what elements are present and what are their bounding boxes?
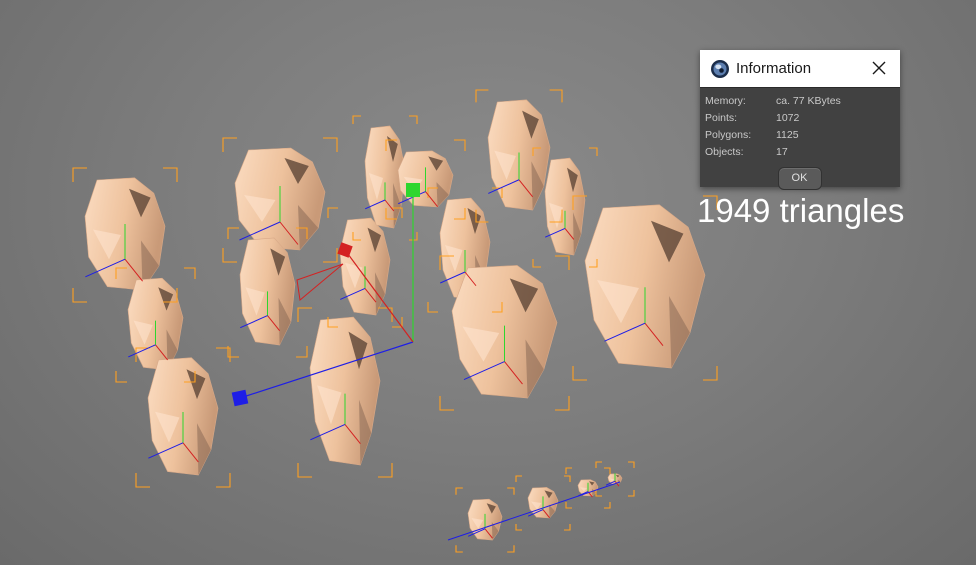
memory-label: Memory: — [705, 95, 746, 107]
triangle-count-caption: 1949 triangles — [697, 192, 905, 229]
close-icon — [872, 61, 886, 75]
dialog-titlebar: Information — [700, 50, 900, 88]
dialog-title: Information — [736, 60, 812, 77]
information-dialog: Information Memory: ca. 77 KBytes Points… — [700, 50, 900, 190]
cinema4d-logo-icon — [711, 59, 729, 78]
stone-object[interactable] — [309, 316, 381, 466]
ok-button[interactable]: OK — [777, 167, 822, 190]
stone-object[interactable] — [544, 157, 586, 256]
objects-label: Objects: — [705, 146, 744, 158]
stone-objects — [84, 99, 706, 541]
objects-value: 17 — [776, 146, 788, 158]
info-row-objects: Objects: 17 — [705, 144, 894, 161]
gizmo-plane-handle[interactable] — [296, 263, 344, 301]
info-row-memory: Memory: ca. 77 KBytes — [705, 93, 894, 110]
polygons-label: Polygons: — [705, 129, 752, 141]
info-row-points: Points: 1072 — [705, 110, 894, 127]
dialog-body: Memory: ca. 77 KBytes Points: 1072 Polyg… — [700, 88, 900, 190]
info-row-polygons: Polygons: 1125 — [705, 127, 894, 144]
gizmo-y-handle[interactable] — [406, 183, 420, 197]
points-value: 1072 — [776, 112, 800, 124]
memory-value: ca. 77 KBytes — [776, 95, 841, 107]
gizmo-z-handle[interactable] — [231, 389, 249, 407]
polygons-value: 1125 — [776, 129, 799, 141]
close-button[interactable] — [866, 56, 892, 80]
points-label: Points: — [705, 112, 738, 124]
stone-object[interactable] — [584, 204, 706, 369]
